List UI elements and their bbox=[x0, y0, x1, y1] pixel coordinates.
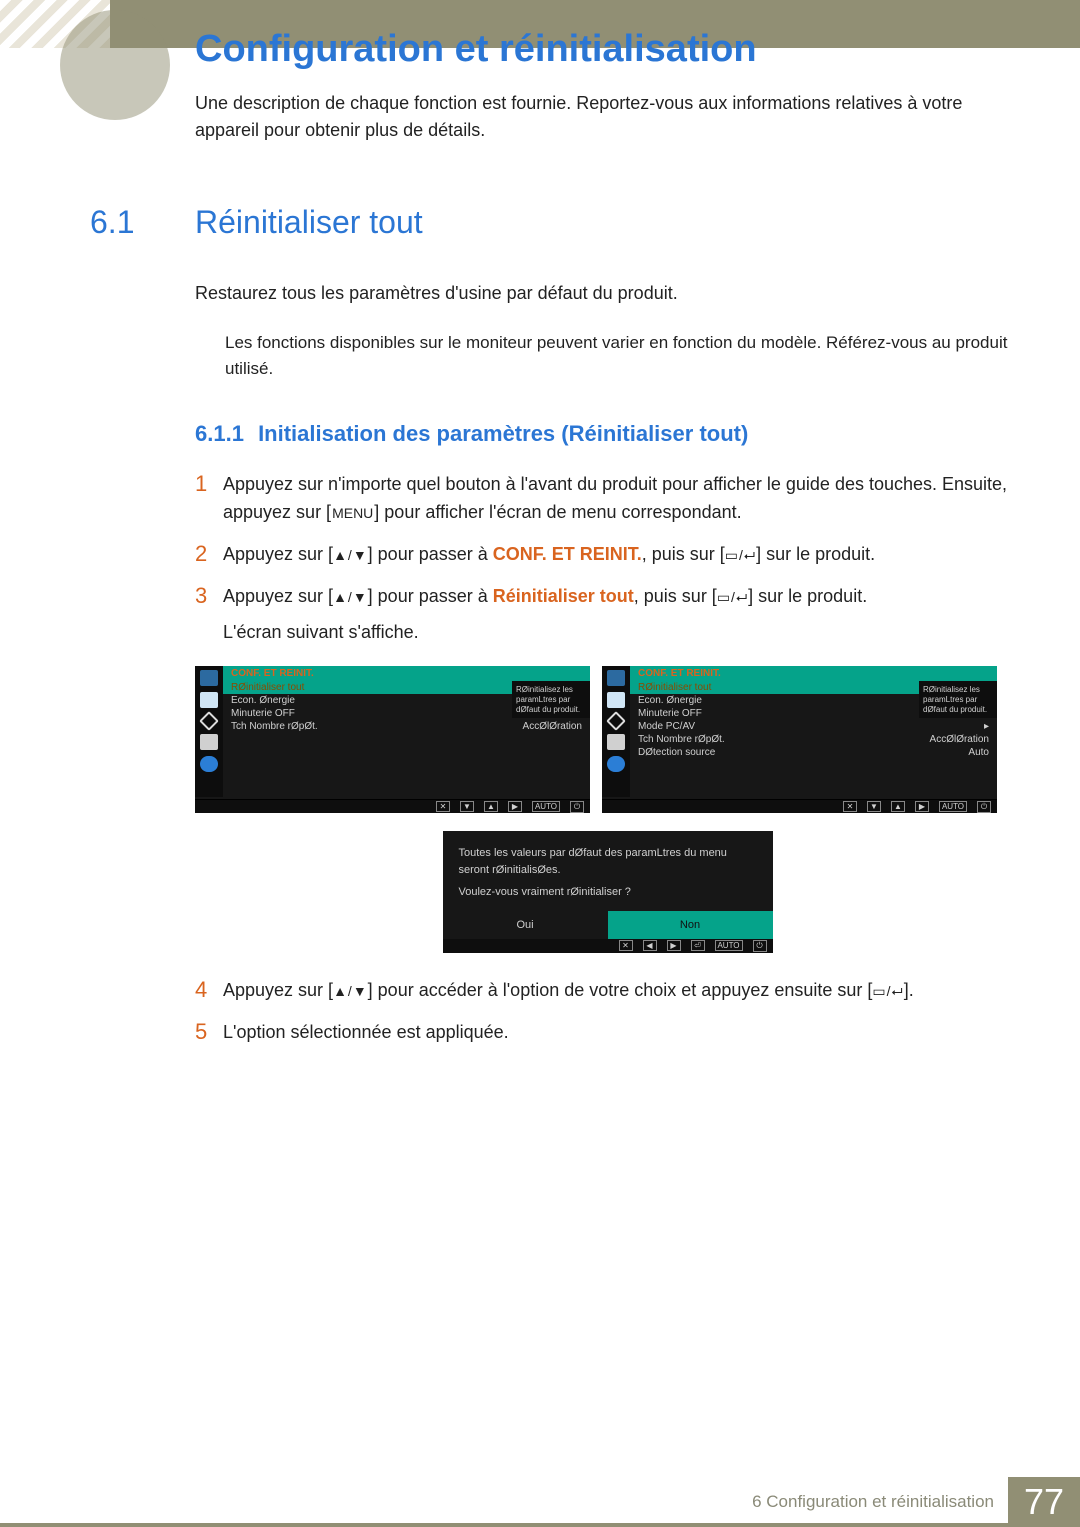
rect-return-icon: / bbox=[717, 589, 748, 605]
osd-left-icon[interactable]: ◀ bbox=[643, 940, 657, 951]
osd-menu-right: CONF. ET REINIT. RØinitialiser tout Econ… bbox=[602, 666, 997, 813]
osd-return-icon[interactable]: ⏎ bbox=[691, 940, 705, 951]
osd-close-icon[interactable]: ✕ bbox=[619, 940, 633, 951]
step-2-text-e: ] sur le produit. bbox=[756, 544, 875, 564]
osd-auto-button[interactable]: AUTO bbox=[715, 940, 743, 951]
step-4-text-c: ]. bbox=[904, 980, 914, 1000]
page-title: Configuration et réinitialisation bbox=[195, 28, 757, 71]
step-3-text-e: ] sur le produit. bbox=[748, 586, 867, 606]
rect-return-icon: / bbox=[725, 547, 756, 563]
step-2-term: CONF. ET REINIT. bbox=[493, 544, 642, 564]
osd-item-repeat[interactable]: Tch Nombre rØpØt.AccØlØration bbox=[630, 733, 997, 746]
step-number: 5 bbox=[195, 1019, 223, 1047]
step-number: 4 bbox=[195, 977, 223, 1005]
osd-nav-footer: ✕ ▼ ▲ ▶ AUTO ⏻ bbox=[195, 799, 590, 813]
step-4: 4 Appuyez sur [/] pour accéder à l'optio… bbox=[195, 977, 1020, 1005]
footer-chapter: 6 Configuration et réinitialisation bbox=[752, 1492, 994, 1512]
step-4-text-a: Appuyez sur [ bbox=[223, 980, 333, 1000]
step-3-note: L'écran suivant s'affiche. bbox=[223, 619, 867, 647]
page-footer: 6 Configuration et réinitialisation 77 bbox=[0, 1477, 1080, 1527]
osd-menu-left: CONF. ET REINIT. RØinitialiser tout Econ… bbox=[195, 666, 590, 813]
menu-key-label: MENU bbox=[331, 502, 374, 526]
step-3: 3 Appuyez sur [/] pour passer à Réinitia… bbox=[195, 583, 1020, 647]
osd-tip: RØinitialisez les paramLtres par dØfaut … bbox=[512, 681, 590, 718]
osd-side-icons bbox=[602, 666, 630, 797]
section-title: 6.1 Réinitialiser tout bbox=[195, 204, 1020, 241]
step-2-text-a: Appuyez sur [ bbox=[223, 544, 333, 564]
osd-nav-footer: ✕ ▼ ▲ ▶ AUTO ⏻ bbox=[602, 799, 997, 813]
osd-power-icon[interactable]: ⏻ bbox=[977, 801, 991, 813]
step-3-term: Réinitialiser tout bbox=[493, 586, 634, 606]
osd-item-source[interactable]: DØtection sourceAuto bbox=[630, 746, 997, 759]
step-2-text-d: , puis sur [ bbox=[642, 544, 725, 564]
gear-icon bbox=[607, 734, 625, 750]
osd-header: CONF. ET REINIT. bbox=[223, 666, 590, 681]
osd-auto-button[interactable]: AUTO bbox=[939, 801, 967, 812]
osd-nav-footer: ✕ ◀ ▶ ⏎ AUTO ⏻ bbox=[443, 939, 773, 953]
step-number: 2 bbox=[195, 541, 223, 569]
info-icon bbox=[607, 756, 625, 772]
rect-return-icon: / bbox=[872, 983, 903, 999]
osd-item-repeat[interactable]: Tch Nombre rØpØt.AccØlØration bbox=[223, 720, 590, 733]
bottom-stripe bbox=[0, 1523, 1080, 1527]
step-3-text-a: Appuyez sur [ bbox=[223, 586, 333, 606]
osd-screenshot-row: CONF. ET REINIT. RØinitialiser tout Econ… bbox=[195, 666, 1020, 813]
subsection-number: 6.1.1 bbox=[195, 421, 244, 446]
arrows-icon bbox=[199, 712, 219, 732]
section-paragraph: Restaurez tous les paramètres d'usine pa… bbox=[195, 283, 1020, 304]
intro-text: Une description de chaque fonction est f… bbox=[195, 90, 1020, 144]
arrows-icon bbox=[606, 712, 626, 732]
step-5: 5 L'option sélectionnée est appliquée. bbox=[195, 1019, 1020, 1047]
confirm-yes-button[interactable]: Oui bbox=[443, 911, 608, 939]
osd-close-icon[interactable]: ✕ bbox=[843, 801, 857, 812]
step-2-text-b: ] pour passer à bbox=[368, 544, 493, 564]
confirm-message-1: Toutes les valeurs par dØfaut des paramL… bbox=[459, 845, 757, 878]
section-number: 6.1 bbox=[90, 204, 134, 241]
confirm-message-2: Voulez-vous vraiment rØinitialiser ? bbox=[459, 884, 757, 901]
up-down-icon: / bbox=[333, 547, 368, 563]
step-4-text-b: ] pour accéder à l'option de votre choix… bbox=[368, 980, 873, 1000]
osd-power-icon[interactable]: ⏻ bbox=[753, 940, 767, 952]
osd-close-icon[interactable]: ✕ bbox=[436, 801, 450, 812]
osd-tip: RØinitialisez les paramLtres par dØfaut … bbox=[919, 681, 997, 718]
picture-icon bbox=[607, 692, 625, 708]
step-1: 1 Appuyez sur n'importe quel bouton à l'… bbox=[195, 471, 1020, 527]
gear-icon bbox=[200, 734, 218, 750]
section-title-text: Réinitialiser tout bbox=[195, 204, 423, 240]
step-5-text: L'option sélectionnée est appliquée. bbox=[223, 1019, 509, 1047]
section-note: Les fonctions disponibles sur le moniteu… bbox=[225, 330, 1020, 381]
confirm-no-button[interactable]: Non bbox=[608, 911, 773, 939]
step-number: 3 bbox=[195, 583, 223, 647]
osd-right-icon[interactable]: ▶ bbox=[667, 940, 681, 951]
osd-right-icon[interactable]: ▶ bbox=[508, 801, 522, 812]
footer-page-number: 77 bbox=[1008, 1477, 1080, 1527]
step-number: 1 bbox=[195, 471, 223, 527]
osd-right-icon[interactable]: ▶ bbox=[915, 801, 929, 812]
osd-power-icon[interactable]: ⏻ bbox=[570, 801, 584, 813]
osd-up-icon[interactable]: ▲ bbox=[484, 801, 498, 812]
picture-icon bbox=[200, 692, 218, 708]
osd-down-icon[interactable]: ▼ bbox=[867, 801, 881, 812]
osd-up-icon[interactable]: ▲ bbox=[891, 801, 905, 812]
osd-down-icon[interactable]: ▼ bbox=[460, 801, 474, 812]
up-down-icon: / bbox=[333, 983, 368, 999]
step-2: 2 Appuyez sur [/] pour passer à CONF. ET… bbox=[195, 541, 1020, 569]
osd-side-icons bbox=[195, 666, 223, 797]
display-icon bbox=[200, 670, 218, 686]
osd-auto-button[interactable]: AUTO bbox=[532, 801, 560, 812]
subsection-title: Initialisation des paramètres (Réinitial… bbox=[258, 421, 748, 446]
subsection-heading: 6.1.1 Initialisation des paramètres (Réi… bbox=[195, 421, 1020, 447]
step-3-text-d: , puis sur [ bbox=[634, 586, 717, 606]
osd-item-pcav[interactable]: Mode PC/AV▸ bbox=[630, 720, 997, 733]
step-3-text-b: ] pour passer à bbox=[368, 586, 493, 606]
osd-confirm-dialog: Toutes les valeurs par dØfaut des paramL… bbox=[443, 831, 773, 953]
osd-header: CONF. ET REINIT. bbox=[630, 666, 997, 681]
step-1-text-c: ] pour afficher l'écran de menu correspo… bbox=[374, 502, 741, 522]
up-down-icon: / bbox=[333, 589, 368, 605]
info-icon bbox=[200, 756, 218, 772]
chapter-badge-circle bbox=[60, 10, 170, 120]
display-icon bbox=[607, 670, 625, 686]
